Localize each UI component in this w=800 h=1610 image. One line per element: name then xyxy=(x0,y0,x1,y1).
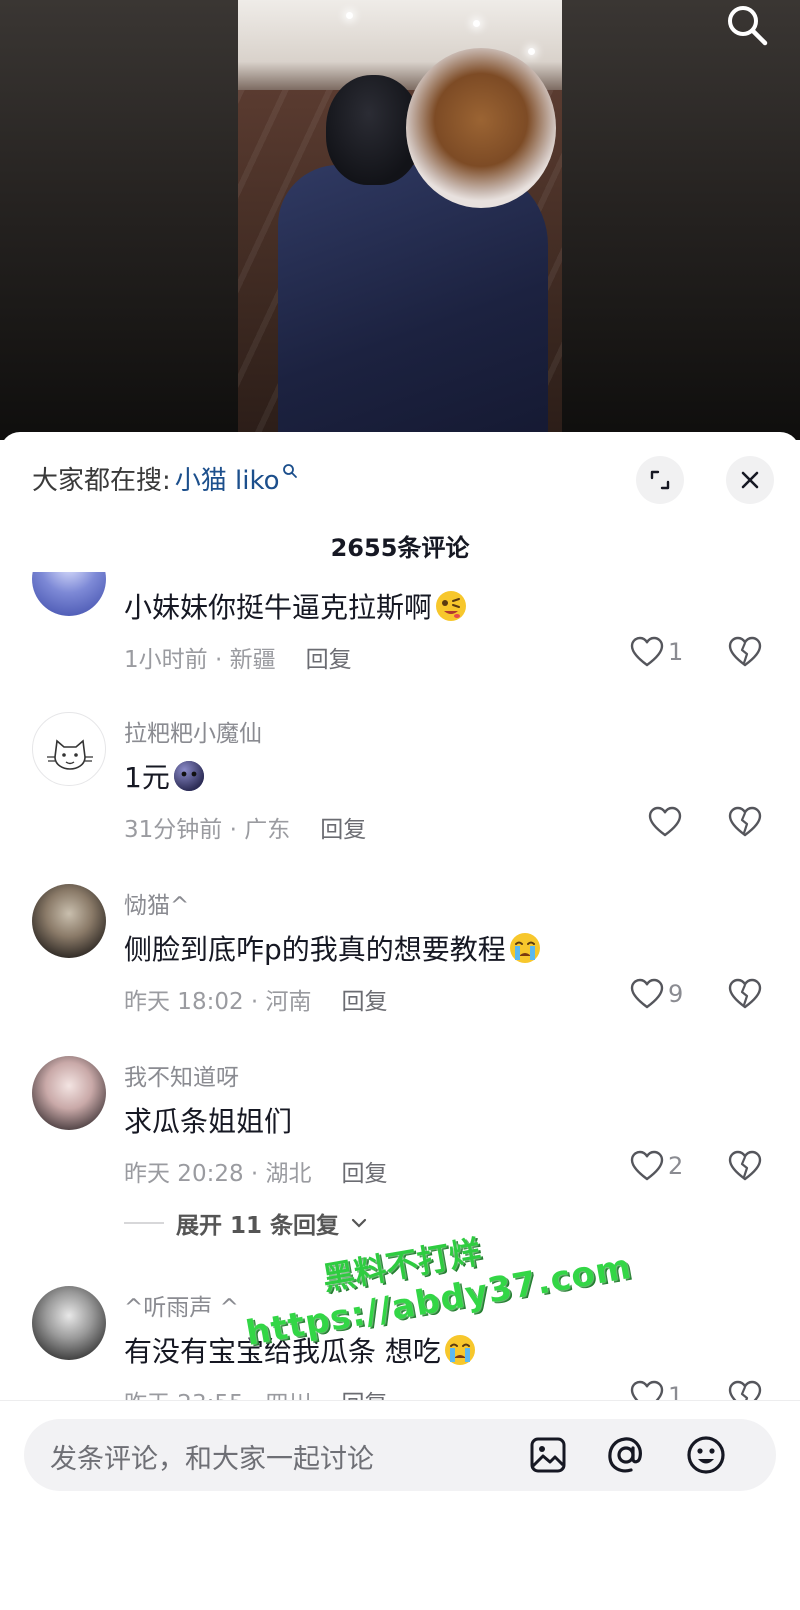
mention-icon[interactable] xyxy=(602,1431,650,1479)
crying-face-emoji xyxy=(444,1335,475,1365)
avatar[interactable] xyxy=(32,1286,106,1360)
comment-item: 小妹妹你挺牛逼克拉斯啊 1小时前 · 新疆 回复 1 xyxy=(0,572,800,712)
like-button[interactable] xyxy=(648,806,686,838)
avatar[interactable] xyxy=(32,884,106,958)
comment-time-location: 31分钟前 · 广东 xyxy=(124,817,291,843)
expand-replies-label: 展开 11 条回复 xyxy=(176,1213,340,1239)
dislike-heart-icon[interactable] xyxy=(728,978,762,1010)
comment-input-placeholder: 发条评论，和大家一起讨论 xyxy=(50,1444,374,1475)
comment-username[interactable]: 拉粑粑小魔仙 xyxy=(124,714,262,748)
ceiling-light xyxy=(473,20,480,27)
person-suit xyxy=(278,165,548,440)
avatar[interactable] xyxy=(32,1056,106,1130)
reply-button[interactable]: 回复 xyxy=(342,989,388,1015)
trending-term-link[interactable]: 小猫 liko xyxy=(175,466,280,496)
reply-button[interactable]: 回复 xyxy=(342,1161,388,1187)
heart-icon xyxy=(630,636,664,667)
comment-meta: 31分钟前 · 广东 回复 xyxy=(124,810,366,844)
search-small-icon xyxy=(282,464,297,479)
trending-label: 大家都在搜: xyxy=(32,466,171,496)
bread-bouquet xyxy=(406,48,556,208)
heart-icon xyxy=(630,1150,664,1181)
video-background[interactable] xyxy=(0,0,800,440)
divider-line xyxy=(124,1222,164,1224)
comment-item: 恸猫^ 侧脸到底咋p的我真的想要教程 昨天 18:02 · 河南 回复 9 xyxy=(0,884,800,1054)
comment-text: 有没有宝宝给我瓜条 想吃 xyxy=(124,1330,477,1370)
comment-text: 1元 xyxy=(124,756,206,796)
dislike-heart-icon[interactable] xyxy=(728,636,762,668)
comment-input-bar: 发条评论，和大家一起讨论 xyxy=(0,1400,800,1610)
dislike-heart-icon[interactable] xyxy=(728,806,762,838)
expand-sheet-button[interactable] xyxy=(636,456,684,504)
like-button[interactable]: 9 xyxy=(630,978,683,1010)
comment-time-location: 1小时前 · 新疆 xyxy=(124,647,276,673)
expand-replies-button[interactable]: 展开 11 条回复 xyxy=(124,1206,367,1240)
comment-username[interactable]: ^听雨声 ^ xyxy=(124,1288,239,1322)
like-count: 2 xyxy=(668,1152,684,1180)
comment-username[interactable]: 我不知道呀 xyxy=(124,1058,239,1092)
close-sheet-button[interactable] xyxy=(726,456,774,504)
reply-button[interactable]: 回复 xyxy=(306,647,352,673)
comment-count: 2655条评论 xyxy=(330,534,470,562)
video-frame xyxy=(238,0,562,440)
comment-text: 求瓜条姐姐们 xyxy=(124,1105,293,1138)
heart-icon xyxy=(648,806,682,837)
comment-time-location: 昨天 20:28 · 湖北 xyxy=(124,1161,312,1187)
avatar[interactable] xyxy=(32,712,106,786)
comment-meta: 1小时前 · 新疆 回复 xyxy=(124,640,352,674)
like-button[interactable]: 1 xyxy=(630,636,683,668)
avatar[interactable] xyxy=(32,572,106,616)
emoji-icon[interactable] xyxy=(682,1431,730,1479)
close-icon xyxy=(741,471,759,489)
reply-button[interactable]: 回复 xyxy=(320,817,366,843)
ceiling-light xyxy=(346,12,353,19)
image-icon[interactable] xyxy=(524,1431,572,1479)
comment-meta: 昨天 18:02 · 河南 回复 xyxy=(124,982,388,1016)
comment-sheet-header: 大家都在搜: 小猫 liko xyxy=(0,432,800,512)
comment-text: 侧脸到底咋p的我真的想要教程 xyxy=(124,928,542,968)
like-count: 9 xyxy=(668,980,684,1008)
expand-icon xyxy=(650,470,670,490)
dislike-heart-icon[interactable] xyxy=(728,1150,762,1182)
comment-time-location: 昨天 18:02 · 河南 xyxy=(124,989,312,1015)
purple-blob-emoji xyxy=(173,761,204,791)
like-button[interactable]: 2 xyxy=(630,1150,683,1182)
ceiling-light xyxy=(528,48,535,55)
search-icon[interactable] xyxy=(724,2,770,48)
drooling-face-emoji xyxy=(436,591,467,621)
cat-doodle-icon xyxy=(47,739,93,770)
trending-search: 大家都在搜: 小猫 liko xyxy=(32,460,298,497)
comment-username[interactable]: 恸猫^ xyxy=(124,886,189,920)
crying-face-emoji xyxy=(509,933,540,963)
comment-item: 拉粑粑小魔仙 1元 31分钟前 · 广东 回复 xyxy=(0,712,800,882)
chevron-down-icon xyxy=(351,1218,367,1228)
heart-icon xyxy=(630,978,664,1009)
comment-text: 小妹妹你挺牛逼克拉斯啊 xyxy=(124,586,468,626)
comment-item: 我不知道呀 求瓜条姐姐们 昨天 20:28 · 湖北 回复 2 展开 11 条回复 xyxy=(0,1056,800,1276)
comment-input[interactable]: 发条评论，和大家一起讨论 xyxy=(24,1419,776,1491)
like-count: 1 xyxy=(668,638,684,666)
comment-meta: 昨天 20:28 · 湖北 回复 xyxy=(124,1154,388,1188)
comment-list[interactable]: 小妹妹你挺牛逼克拉斯啊 1小时前 · 新疆 回复 1 拉粑粑小魔仙 1元 31分… xyxy=(0,572,800,1416)
comment-item: ^听雨声 ^ 有没有宝宝给我瓜条 想吃 昨天 23:55 · 四川回复 1 xyxy=(0,1286,800,1416)
